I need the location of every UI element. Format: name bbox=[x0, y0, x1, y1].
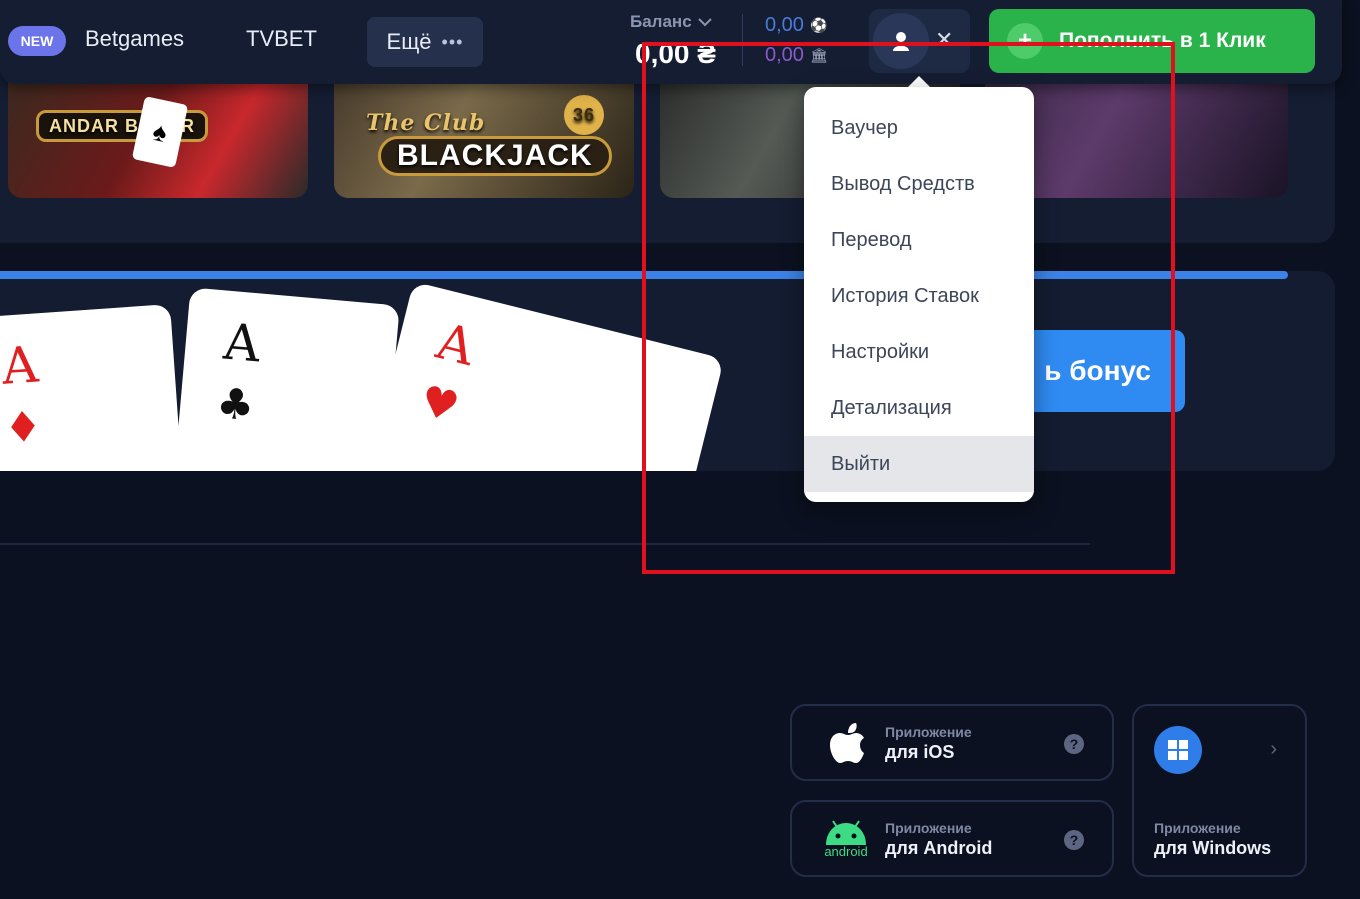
app-name: для Android bbox=[885, 838, 993, 858]
promo-progress-bar bbox=[0, 271, 1288, 279]
windows-app-card[interactable]: › Приложение для Windows bbox=[1132, 704, 1307, 877]
deposit-button[interactable]: + Пополнить в 1 Клик bbox=[989, 9, 1315, 73]
menu-item-details[interactable]: Детализация bbox=[804, 380, 1034, 436]
game-logo-script: The Club bbox=[366, 110, 486, 136]
game-badge: 36 bbox=[564, 95, 604, 135]
card-rank: A bbox=[221, 312, 263, 374]
playing-card-image: A ♥ bbox=[345, 281, 725, 471]
menu-item-withdraw[interactable]: Вывод Средств bbox=[804, 156, 1034, 212]
user-dropdown-menu: Ваучер Вывод Средств Перевод История Ста… bbox=[804, 87, 1034, 502]
card-rank: A bbox=[0, 335, 40, 396]
deposit-label: Пополнить в 1 Клик bbox=[1059, 29, 1266, 52]
plus-icon: + bbox=[1007, 23, 1043, 59]
app-name: для iOS bbox=[885, 742, 955, 762]
windows-icon bbox=[1154, 726, 1202, 774]
game-logo: BLACKJACK bbox=[378, 136, 612, 176]
app-subtitle: Приложение bbox=[1154, 820, 1241, 836]
more-label: Ещё bbox=[386, 29, 432, 54]
app-subtitle: Приложение bbox=[885, 820, 972, 836]
diamond-icon: ♦ bbox=[2, 401, 44, 453]
user-menu-button[interactable] bbox=[873, 13, 929, 69]
menu-item-logout[interactable]: Выйти bbox=[804, 436, 1034, 492]
user-controls: ✕ bbox=[869, 9, 970, 73]
balance-dropdown[interactable]: Баланс bbox=[630, 12, 712, 32]
user-icon bbox=[893, 32, 909, 51]
sport-balance-value: 0,00 bbox=[765, 14, 804, 36]
ios-app-card[interactable]: Приложение для iOS ? bbox=[790, 704, 1114, 781]
app-name: для Windows bbox=[1154, 838, 1272, 858]
android-icon: android bbox=[818, 816, 874, 862]
app-subtitle: Приложение bbox=[885, 724, 972, 740]
nav-tvbet[interactable]: TVBET bbox=[246, 26, 317, 52]
menu-item-bet-history[interactable]: История Ставок bbox=[804, 268, 1034, 324]
club-icon: ♣ bbox=[214, 378, 257, 431]
chevron-down-icon bbox=[697, 18, 712, 27]
more-dots-icon: ••• bbox=[441, 31, 464, 52]
card-rank: A bbox=[431, 311, 481, 378]
heart-icon: ♥ bbox=[415, 375, 464, 433]
bank-icon: 🏛 bbox=[809, 47, 828, 63]
close-icon[interactable]: ✕ bbox=[935, 27, 953, 53]
card-image: ♠ bbox=[131, 96, 189, 168]
playing-card-image: A ♣ bbox=[166, 287, 400, 471]
top-bar: NEW Betgames TVBET Ещё ••• Баланс 0,00 ₴… bbox=[0, 0, 1342, 84]
menu-item-transfer[interactable]: Перевод bbox=[804, 212, 1034, 268]
chevron-right-icon: › bbox=[1270, 738, 1277, 760]
apple-icon bbox=[824, 720, 870, 766]
nav-betgames[interactable]: Betgames bbox=[85, 26, 184, 52]
divider bbox=[742, 14, 743, 66]
help-icon[interactable]: ? bbox=[1064, 830, 1084, 850]
casino-balance: 0,00 🏛 bbox=[765, 44, 828, 67]
game-card-andar-bahar[interactable]: ANDAR BAHAR ♠ bbox=[8, 70, 308, 198]
menu-item-settings[interactable]: Настройки bbox=[804, 324, 1034, 380]
soccer-ball-icon: ⚽ bbox=[809, 17, 828, 33]
balance-value: 0,00 ₴ bbox=[635, 38, 716, 69]
help-icon[interactable]: ? bbox=[1064, 734, 1084, 754]
game-card-blackjack[interactable]: The Club BLACKJACK 36 bbox=[334, 70, 634, 198]
more-button[interactable]: Ещё ••• bbox=[367, 17, 483, 67]
menu-item-voucher[interactable]: Ваучер bbox=[804, 100, 1034, 156]
sport-balance: 0,00 ⚽ bbox=[765, 14, 827, 37]
new-badge: NEW bbox=[8, 26, 66, 56]
playing-card-image: A ♦ bbox=[0, 304, 190, 471]
casino-balance-value: 0,00 bbox=[765, 44, 804, 66]
android-app-card[interactable]: android Приложение для Android ? bbox=[790, 800, 1114, 877]
balance-label: Баланс bbox=[630, 12, 692, 31]
android-logo-text: android bbox=[824, 844, 868, 859]
section-divider bbox=[0, 543, 1090, 545]
promo-banner: A ♦ A ♣ A ♥ ь бонус bbox=[0, 271, 1335, 471]
